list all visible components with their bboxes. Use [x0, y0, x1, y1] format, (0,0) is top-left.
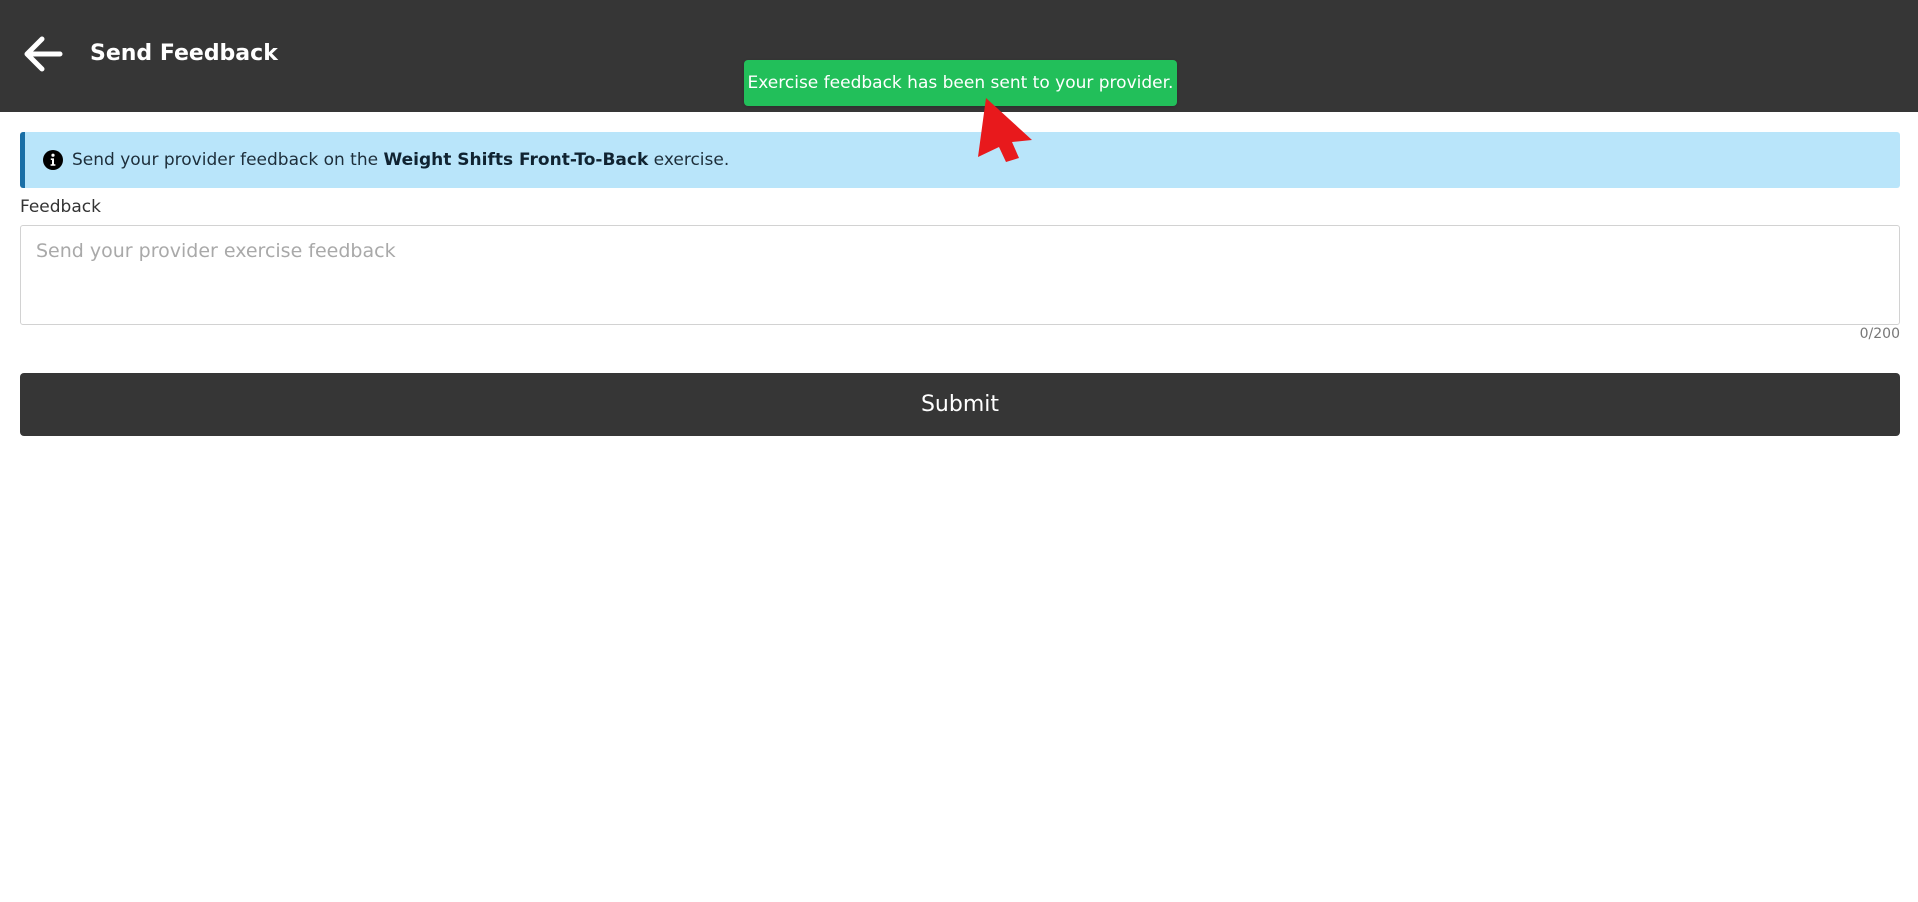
submit-button[interactable]: Submit [20, 373, 1900, 436]
success-toast: Exercise feedback has been sent to your … [744, 60, 1177, 106]
alert-suffix: exercise. [648, 150, 730, 170]
feedback-textarea[interactable] [20, 225, 1900, 325]
info-icon [43, 150, 63, 170]
exercise-name: Weight Shifts Front-To-Back [383, 150, 649, 170]
back-button[interactable] [22, 34, 64, 74]
character-counter: 0/200 [1859, 326, 1900, 342]
alert-text: Send your provider feedback on the Weigh… [72, 150, 729, 170]
arrow-left-icon [24, 36, 63, 72]
feedback-label: Feedback [20, 197, 101, 217]
alert-prefix: Send your provider feedback on the [72, 150, 384, 170]
page-title: Send Feedback [90, 41, 278, 66]
info-alert: Send your provider feedback on the Weigh… [20, 132, 1900, 188]
